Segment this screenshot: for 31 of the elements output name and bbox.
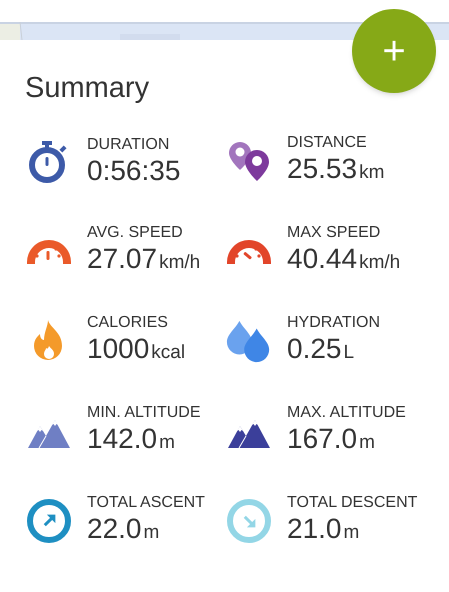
stat-unit: km/h [159,251,200,275]
stat-unit: m [359,431,375,455]
stat-unit: km/h [359,251,400,275]
stat-label: MIN. ALTITUDE [87,403,200,423]
stat-value: 142.0 [87,423,158,455]
stat-label: TOTAL DESCENT [287,493,418,513]
stat-unit: m [144,521,160,545]
stat-unit: kcal [151,341,186,365]
stat-value: 21.0 [287,513,342,545]
stat-value: 25.53 [287,153,358,185]
stat-value: 0.25 [287,333,342,365]
stat-label: HYDRATION [287,313,380,333]
stat-label: AVG. SPEED [87,223,184,243]
stat-label: TOTAL ASCENT [87,493,205,513]
stat-label: MAX SPEED [287,223,382,243]
stat-value: 40.44 [287,243,358,275]
stat-value: 1000 [87,333,150,365]
stat-unit: m [159,431,175,455]
stat-label: MAX. ALTITUDE [287,403,406,423]
summary-title: Summary [25,71,150,106]
stat-unit: L [344,341,354,365]
stat-label: DISTANCE [287,133,368,153]
stat-value: 167.0 [287,423,358,455]
stat-label: CALORIES [87,313,169,333]
add-button[interactable]: + [352,9,436,93]
stat-unit: m [344,521,360,545]
stat-label: DURATION [87,135,170,155]
stat-value: 0:56:35 [87,155,180,187]
stat-value: 22.0 [87,513,142,545]
stat-unit: km [359,161,384,185]
stat-value: 27.07 [87,243,158,275]
